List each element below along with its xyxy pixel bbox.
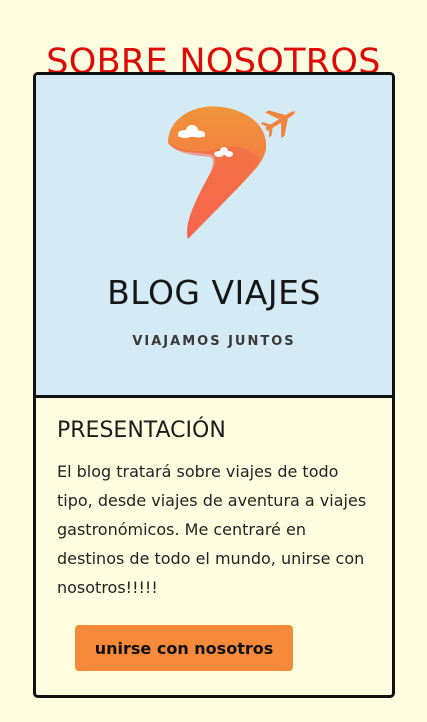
join-us-button[interactable]: unirse con nosotros (75, 625, 293, 671)
logo-graphic (168, 106, 296, 240)
section-description: El blog tratará sobre viajes de todo tip… (57, 462, 367, 597)
about-card: BLOG VIAJES VIAJAMOS JUNTOS PRESENTACIÓN… (33, 72, 395, 698)
map-pin-icon (168, 106, 267, 240)
blog-logo-banner: BLOG VIAJES VIAJAMOS JUNTOS (36, 75, 392, 398)
brand-name: BLOG VIAJES (107, 273, 321, 312)
section-heading: PRESENTACIÓN (57, 418, 226, 443)
brand-tagline: VIAJAMOS JUNTOS (132, 334, 296, 349)
presentation-section: PRESENTACIÓN El blog tratará sobre viaje… (57, 415, 375, 602)
